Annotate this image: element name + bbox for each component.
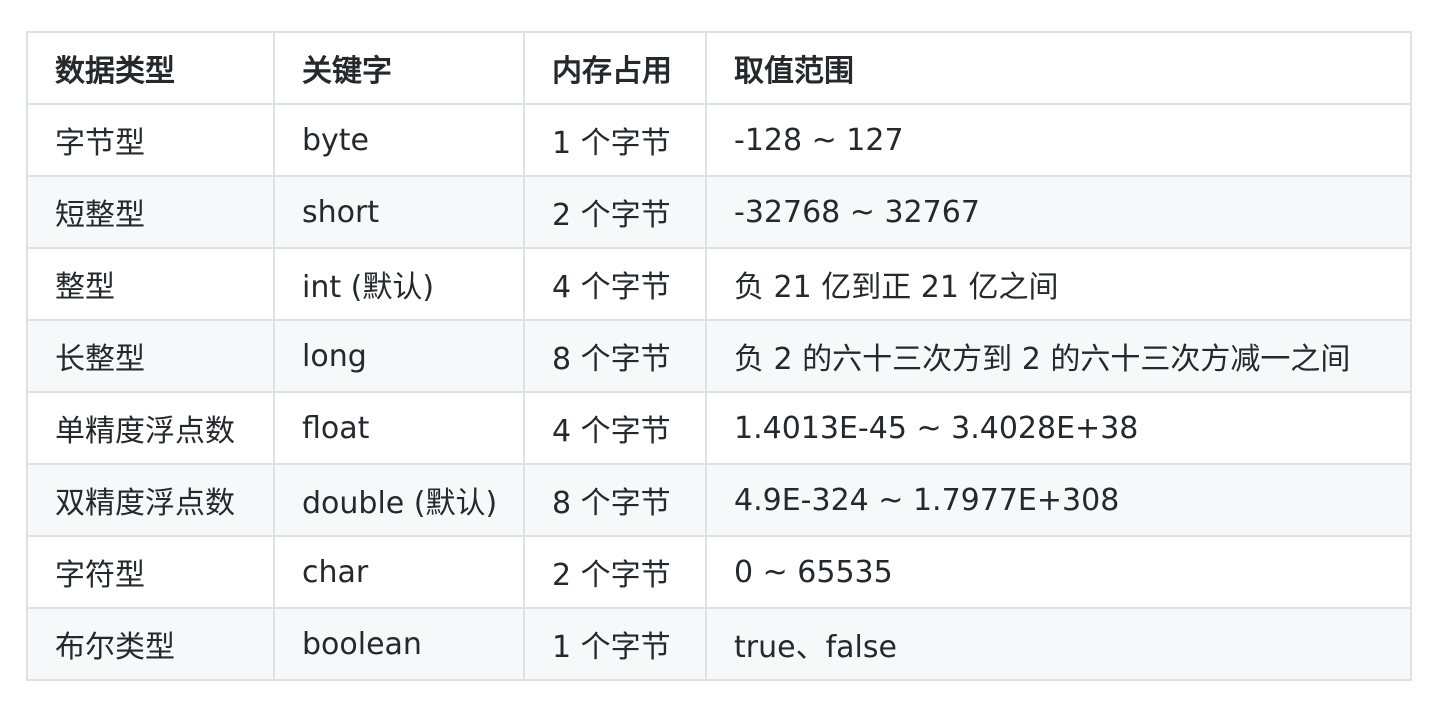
cell-data-type: 字节型: [26, 103, 275, 177]
cell-keyword: short: [273, 175, 525, 249]
cell-keyword: char: [273, 535, 525, 609]
table-body: 字节型 byte 1 个字节 -128 ~ 127 短整型 short 2 个字…: [26, 103, 1412, 681]
table-row: 双精度浮点数 double (默认) 8 个字节 4.9E-324 ~ 1.79…: [26, 463, 1412, 537]
cell-data-type: 短整型: [26, 175, 275, 249]
header-range: 取值范围: [705, 31, 1412, 105]
table-row: 单精度浮点数 float 4 个字节 1.4013E-45 ~ 3.4028E+…: [26, 391, 1412, 465]
cell-keyword: byte: [273, 103, 525, 177]
cell-keyword: long: [273, 319, 525, 393]
cell-data-type: 字符型: [26, 535, 275, 609]
cell-memory: 8 个字节: [523, 463, 707, 537]
table-row: 短整型 short 2 个字节 -32768 ~ 32767: [26, 175, 1412, 249]
table-row: 布尔类型 boolean 1 个字节 true、false: [26, 607, 1412, 681]
cell-data-type: 布尔类型: [26, 607, 275, 681]
cell-keyword: boolean: [273, 607, 525, 681]
cell-data-type: 长整型: [26, 319, 275, 393]
cell-range: true、false: [705, 607, 1412, 681]
cell-memory: 8 个字节: [523, 319, 707, 393]
cell-memory: 4 个字节: [523, 391, 707, 465]
cell-range: 4.9E-324 ~ 1.7977E+308: [705, 463, 1412, 537]
cell-memory: 2 个字节: [523, 535, 707, 609]
cell-keyword: double (默认): [273, 463, 525, 537]
data-types-table: 数据类型 关键字 内存占用 取值范围 字节型 byte 1 个字节 -128 ~…: [26, 31, 1412, 681]
cell-memory: 1 个字节: [523, 103, 707, 177]
cell-range: -128 ~ 127: [705, 103, 1412, 177]
header-row: 数据类型 关键字 内存占用 取值范围: [26, 31, 1412, 105]
table-row: 整型 int (默认) 4 个字节 负 21 亿到正 21 亿之间: [26, 247, 1412, 321]
table-header: 数据类型 关键字 内存占用 取值范围: [26, 31, 1412, 105]
cell-range: 0 ~ 65535: [705, 535, 1412, 609]
cell-range: 负 21 亿到正 21 亿之间: [705, 247, 1412, 321]
cell-keyword: float: [273, 391, 525, 465]
cell-memory: 1 个字节: [523, 607, 707, 681]
table-row: 字节型 byte 1 个字节 -128 ~ 127: [26, 103, 1412, 177]
cell-range: 1.4013E-45 ~ 3.4028E+38: [705, 391, 1412, 465]
header-keyword: 关键字: [273, 31, 525, 105]
header-data-type: 数据类型: [26, 31, 275, 105]
cell-data-type: 双精度浮点数: [26, 463, 275, 537]
cell-keyword: int (默认): [273, 247, 525, 321]
cell-memory: 4 个字节: [523, 247, 707, 321]
table-row: 字符型 char 2 个字节 0 ~ 65535: [26, 535, 1412, 609]
cell-memory: 2 个字节: [523, 175, 707, 249]
table-row: 长整型 long 8 个字节 负 2 的六十三次方到 2 的六十三次方减一之间: [26, 319, 1412, 393]
cell-range: -32768 ~ 32767: [705, 175, 1412, 249]
cell-data-type: 单精度浮点数: [26, 391, 275, 465]
cell-data-type: 整型: [26, 247, 275, 321]
cell-range: 负 2 的六十三次方到 2 的六十三次方减一之间: [705, 319, 1412, 393]
header-memory: 内存占用: [523, 31, 707, 105]
